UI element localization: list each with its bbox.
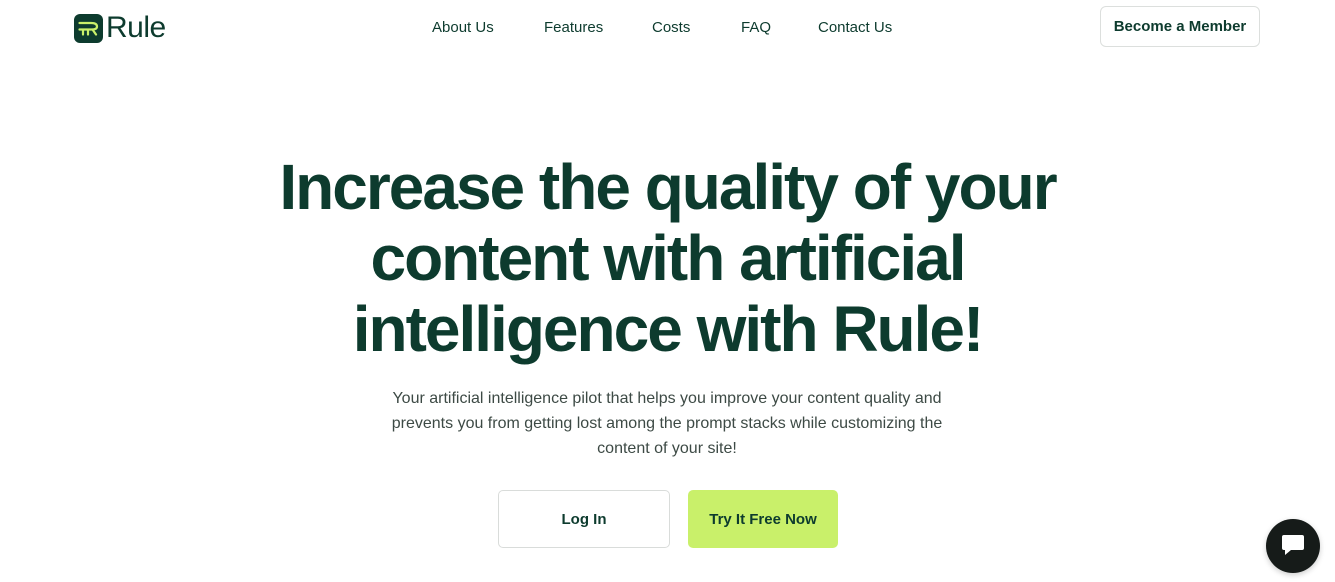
try-free-button[interactable]: Try It Free Now	[688, 490, 838, 548]
nav-item-features[interactable]: Features	[544, 18, 603, 38]
become-member-button[interactable]: Become a Member	[1100, 6, 1260, 47]
hero-title-line: intelligence with Rule!	[352, 293, 985, 365]
hero-subtitle: Your artificial intelligence pilot that …	[367, 386, 967, 461]
hero-title-line: content with artificial	[370, 222, 966, 294]
hero-subtitle-line: content of your site!	[597, 440, 737, 457]
nav-item-about-us[interactable]: About Us	[432, 18, 494, 38]
hero-subtitle-line: prevents you from getting lost among the…	[391, 415, 943, 432]
hero-subtitle-line: Your artificial intelligence pilot that …	[392, 390, 942, 407]
nav-item-faq[interactable]: FAQ	[741, 18, 771, 38]
hero-title-line: Increase the quality of your	[279, 151, 1057, 223]
log-in-button[interactable]: Log In	[498, 490, 670, 548]
nav-item-contact-us[interactable]: Contact Us	[818, 18, 892, 38]
landing-page: Rule About Us Features Costs FAQ Contact…	[0, 0, 1335, 582]
hero-title: Increase the quality of your content wit…	[0, 152, 1335, 365]
chat-bubble-icon	[1282, 535, 1304, 555]
nav-item-costs[interactable]: Costs	[652, 18, 690, 38]
chat-widget-button[interactable]	[1266, 519, 1320, 573]
